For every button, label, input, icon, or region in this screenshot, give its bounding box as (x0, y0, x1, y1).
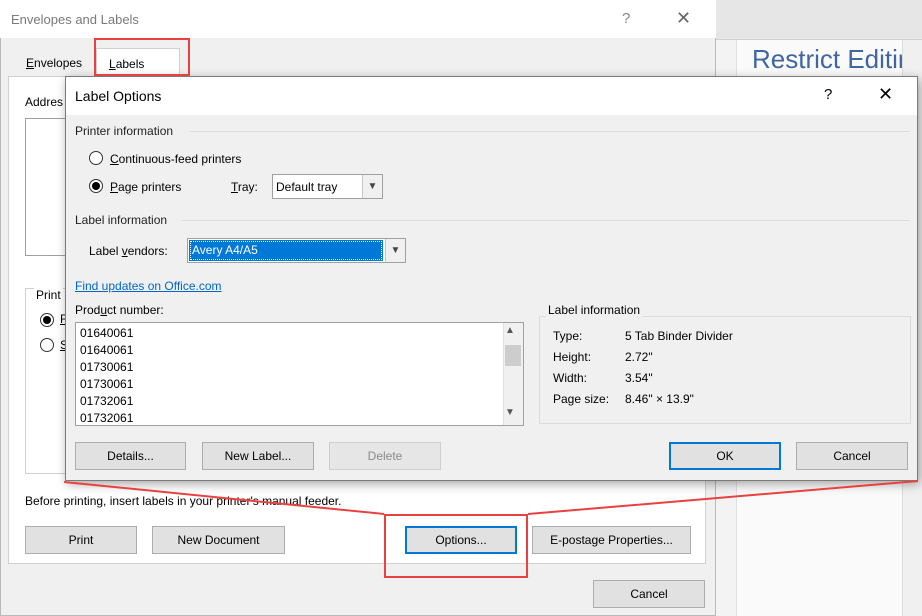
address-label: Addres (25, 95, 64, 109)
tab-envelopes[interactable]: Envelopes (14, 48, 98, 76)
type-value: 5 Tab Binder Divider (625, 329, 733, 343)
list-item[interactable]: 01640061 (80, 326, 133, 340)
tray-label: Tray: (231, 180, 258, 194)
printer-information-heading: Printer information (75, 124, 174, 138)
full-page-radio[interactable] (40, 313, 54, 327)
list-item[interactable]: 01730061 (80, 360, 133, 374)
page-printers-mnemonic: P (110, 180, 119, 194)
envelopes-cancel-button[interactable]: Cancel (593, 580, 705, 608)
chevron-up-icon[interactable]: ▲ (505, 325, 515, 336)
print-button[interactable]: Print (25, 526, 137, 554)
print-group-label: Print (34, 288, 63, 302)
list-item[interactable]: 01732061 (80, 394, 133, 408)
chevron-down-icon[interactable]: ▼ (362, 175, 382, 198)
single-label-radio[interactable] (40, 338, 54, 352)
envelopes-dialog-title: Envelopes and Labels (11, 12, 139, 27)
epostage-properties-button[interactable]: E-postage Properties... (532, 526, 691, 554)
product-number-pre: Prod (75, 303, 101, 317)
label-information-divider (182, 220, 910, 221)
page-printers-radio[interactable] (89, 179, 103, 193)
label-vendors-label: Label vendors: (89, 244, 168, 258)
new-document-button[interactable]: New Document (152, 526, 285, 554)
width-key: Width: (553, 371, 588, 385)
product-number-post: ct number: (107, 303, 164, 317)
labels-tab-highlight (94, 38, 190, 76)
page-printers-label: Page printers (110, 180, 181, 194)
width-value: 3.54" (625, 371, 653, 385)
tray-select-value: Default tray (276, 180, 338, 194)
details-button[interactable]: Details... (75, 442, 186, 470)
background-ribbon (716, 0, 922, 40)
new-label-button[interactable]: New Label... (202, 442, 314, 470)
tab-envelopes-mnemonic: E (26, 56, 35, 70)
close-icon[interactable]: ✕ (676, 8, 691, 29)
options-button-highlight (384, 514, 528, 578)
page-printers-label-rest: age printers (118, 180, 182, 194)
scrollbar-thumb[interactable] (505, 345, 521, 366)
label-information-heading: Label information (75, 213, 168, 227)
ok-button[interactable]: OK (669, 442, 781, 470)
chevron-down-icon[interactable]: ▼ (385, 239, 405, 262)
height-key: Height: (553, 350, 592, 364)
continuous-feed-label: Continuous-feed printers (110, 152, 241, 166)
printer-information-divider (190, 131, 910, 132)
page-size-value: 8.46" × 13.9" (625, 392, 694, 406)
label-options-cancel-button[interactable]: Cancel (796, 442, 908, 470)
close-icon[interactable]: ✕ (878, 84, 893, 105)
continuous-feed-radio[interactable] (89, 151, 103, 165)
product-number-label: Product number: (75, 303, 164, 317)
help-icon[interactable]: ? (824, 86, 832, 103)
height-value: 2.72" (625, 350, 653, 364)
label-vendors-value: Avery A4/A5 (189, 240, 383, 261)
delete-button[interactable]: Delete (329, 442, 441, 470)
type-key: Type: (553, 329, 583, 343)
tray-label-rest: ray: (237, 180, 258, 194)
list-item[interactable]: 01640061 (80, 343, 133, 357)
help-icon[interactable]: ? (622, 10, 630, 27)
page-size-key: Page size: (553, 392, 610, 406)
label-options-titlebar (66, 77, 917, 115)
continuous-feed-label-rest: ontinuous-feed printers (118, 152, 242, 166)
background-restrict-editing-title: Restrict Editing (752, 44, 922, 74)
list-item[interactable]: 01732061 (80, 411, 133, 425)
label-vendors-pre: Label (89, 244, 122, 258)
continuous-feed-mnemonic: C (110, 152, 119, 166)
printer-feed-note: Before printing, insert labels in your p… (25, 494, 342, 508)
chevron-down-icon[interactable]: ▼ (505, 407, 515, 418)
product-number-list[interactable]: 01640061 01640061 01730061 01730061 0173… (75, 322, 524, 426)
label-options-title: Label Options (75, 88, 162, 104)
label-vendors-post: endors: (127, 244, 168, 258)
tray-mnemonic: T (231, 180, 238, 194)
tab-envelopes-rest: nvelopes (34, 56, 83, 70)
find-updates-link[interactable]: Find updates on Office.com (75, 279, 222, 293)
list-item[interactable]: 01730061 (80, 377, 133, 391)
label-information-box-title: Label information (546, 303, 643, 317)
